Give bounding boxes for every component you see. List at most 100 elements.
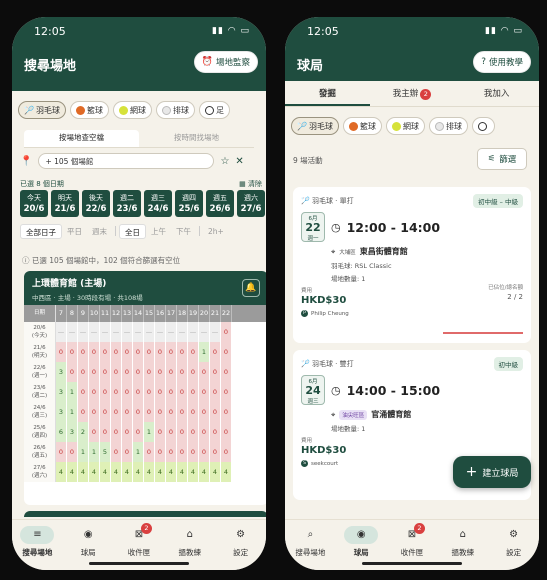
availability-cell[interactable]: 0 [188,442,199,462]
availability-cell[interactable]: 4 [210,462,221,482]
availability-cell[interactable]: — [166,322,177,342]
availability-cell[interactable]: 0 [89,342,100,362]
availability-cell[interactable]: 0 [111,382,122,402]
availability-cell[interactable]: 0 [122,422,133,442]
tab-search-by-time[interactable]: 按時間找場地 [139,130,254,147]
filter-all-day[interactable]: 全日 [119,223,146,239]
availability-cell[interactable]: — [144,322,155,342]
availability-cell[interactable]: 0 [89,382,100,402]
availability-cell[interactable]: 0 [133,362,144,382]
availability-cell[interactable]: — [188,322,199,342]
filter-button[interactable]: ⚟ 篩選 [477,148,527,170]
availability-cell[interactable]: 0 [133,422,144,442]
availability-cell[interactable]: 0 [144,382,155,402]
availability-cell[interactable]: 0 [188,402,199,422]
date-chip[interactable]: 後天 22/6 [82,190,110,217]
availability-cell[interactable]: 0 [100,402,111,422]
availability-cell[interactable]: 0 [56,342,67,362]
availability-cell[interactable]: 0 [221,342,232,362]
availability-cell[interactable]: 0 [122,442,133,462]
availability-cell[interactable]: 0 [144,442,155,462]
availability-cell[interactable]: 0 [177,402,188,422]
tab-4[interactable]: ⚙ 設定 [217,526,265,570]
tab-search-by-venue[interactable]: 按場地查空檔 [24,130,139,147]
availability-cell[interactable]: 0 [67,342,78,362]
availability-cell[interactable]: 4 [144,462,155,482]
sport-chip-basketball[interactable]: 籃球 [69,101,109,119]
availability-cell[interactable]: 0 [144,362,155,382]
availability-cell[interactable]: 4 [122,462,133,482]
date-chip[interactable]: 週二 23/6 [113,190,141,217]
availability-cell[interactable]: 0 [111,362,122,382]
availability-cell[interactable]: 0 [221,322,232,342]
availability-cell[interactable]: 0 [111,342,122,362]
availability-cell[interactable]: 0 [199,402,210,422]
tab-activity-2[interactable]: 我加入 [454,81,539,106]
availability-cell[interactable]: 3 [56,402,67,422]
availability-cell[interactable]: 0 [210,442,221,462]
availability-cell[interactable]: — [177,322,188,342]
availability-cell[interactable]: — [199,322,210,342]
availability-cell[interactable]: — [122,322,133,342]
sport-chip-tennis[interactable]: 網球 [112,101,152,119]
sport-chip-football[interactable]: 足 [198,101,230,119]
availability-cell[interactable]: 5 [100,442,111,462]
availability-cell[interactable]: 4 [56,462,67,482]
availability-cell[interactable]: 0 [188,342,199,362]
availability-cell[interactable]: 0 [155,442,166,462]
sport-chip-football[interactable] [471,117,495,135]
availability-cell[interactable]: 0 [144,402,155,422]
availability-cell[interactable]: 1 [67,382,78,402]
venue-search-input[interactable]: + 105 個場館 [38,153,215,169]
availability-cell[interactable]: 0 [177,422,188,442]
availability-cell[interactable]: 0 [133,342,144,362]
bell-icon[interactable]: 🔔 [242,279,260,297]
availability-cell[interactable]: 0 [133,382,144,402]
availability-cell[interactable]: 0 [199,442,210,462]
availability-cell[interactable]: 0 [199,362,210,382]
star-icon[interactable]: ☆ [220,156,229,167]
availability-cell[interactable]: 0 [177,382,188,402]
availability-cell[interactable]: 0 [166,362,177,382]
availability-cell[interactable]: 0 [221,362,232,382]
availability-cell[interactable]: 3 [67,422,78,442]
availability-cell[interactable]: 4 [78,462,89,482]
availability-cell[interactable]: 0 [78,402,89,422]
availability-cell[interactable]: 0 [67,362,78,382]
availability-cell[interactable]: 0 [221,442,232,462]
availability-cell[interactable]: 0 [111,442,122,462]
availability-cell[interactable]: 0 [67,442,78,462]
availability-cell[interactable]: — [100,322,111,342]
clear-dates-button[interactable]: ▦ 清除 [239,179,262,189]
availability-cell[interactable]: — [155,322,166,342]
availability-cell[interactable]: 4 [166,462,177,482]
sport-chip-tennis[interactable]: 網球 [385,117,425,135]
availability-cell[interactable]: 0 [78,362,89,382]
availability-cell[interactable]: 4 [199,462,210,482]
filter-all-days[interactable]: 全部日子 [20,223,62,239]
tab-activity-1[interactable]: 我主辦 2 [370,81,455,106]
availability-cell[interactable]: — [56,322,67,342]
availability-cell[interactable]: 0 [177,362,188,382]
availability-cell[interactable]: 1 [67,402,78,422]
activity-card[interactable]: 🏸 羽毛球 · 單打 初中級 – 中級 6月 22 週一 ◷ 12:00 - 14:00 ⌖ 大… [293,187,531,343]
availability-cell[interactable]: 0 [210,402,221,422]
sport-chip-volleyball[interactable]: 排球 [428,117,468,135]
tab-0[interactable]: ≡ 搜尋場地 [13,526,61,570]
availability-cell[interactable]: 0 [166,342,177,362]
availability-cell[interactable]: — [78,322,89,342]
filter-weekdays[interactable]: 平日 [62,224,87,239]
sport-chip-racket[interactable]: 🏸 羽毛球 [18,101,66,119]
availability-cell[interactable]: 0 [221,422,232,442]
sport-chip-racket[interactable]: 🏸 羽毛球 [291,117,339,135]
availability-cell[interactable]: 0 [133,402,144,422]
availability-cell[interactable]: — [210,322,221,342]
availability-cell[interactable]: 0 [166,382,177,402]
availability-cell[interactable]: 1 [199,342,210,362]
availability-cell[interactable]: — [67,322,78,342]
create-activity-button[interactable]: + 建立球局 [453,456,531,488]
availability-cell[interactable]: 1 [89,442,100,462]
availability-cell[interactable]: 0 [177,342,188,362]
availability-cell[interactable]: 6 [56,422,67,442]
availability-cell[interactable]: 0 [210,422,221,442]
